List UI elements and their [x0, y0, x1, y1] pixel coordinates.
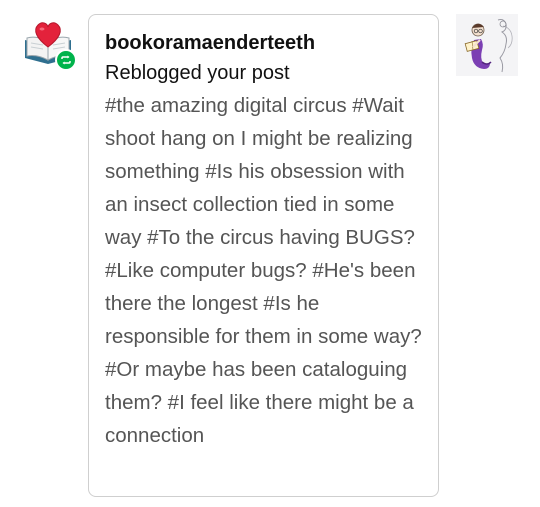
notification-card[interactable]: bookoramaenderteeth Reblogged your post … [88, 14, 439, 497]
username-link[interactable]: bookoramaenderteeth [105, 29, 422, 57]
post-tags: #the amazing digital circus #Wait shoot … [105, 94, 422, 447]
reblog-icon [61, 55, 71, 65]
notification-action-text: Reblogged your post [105, 62, 290, 84]
post-thumbnail-illustration [456, 14, 518, 76]
post-thumbnail[interactable] [456, 14, 518, 76]
reblog-badge [55, 49, 77, 71]
